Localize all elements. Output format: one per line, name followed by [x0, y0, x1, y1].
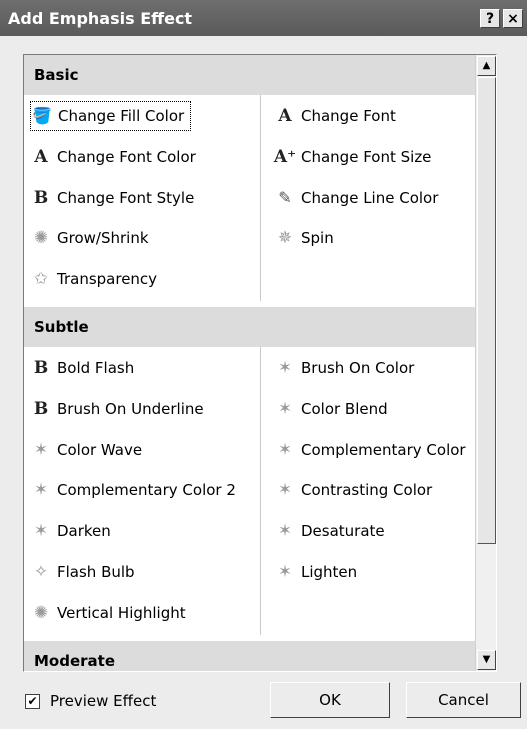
add-emphasis-effect-dialog: Add Emphasis Effect ? × Basic 🪣 Change Fil… — [0, 0, 527, 729]
vertical-scrollbar[interactable]: ▲ ▼ — [475, 55, 496, 671]
preview-effect-checkbox[interactable]: ✔ Preview Effect — [25, 690, 156, 712]
effect-label: Color Wave — [57, 440, 143, 459]
bold-b-icon: B — [33, 187, 49, 208]
group-header-subtle: Subtle — [24, 307, 475, 347]
star-grow-icon: ✺ — [33, 602, 49, 623]
column-divider — [260, 347, 261, 635]
font-color-icon: A — [34, 146, 48, 167]
sparkle-star-icon: ✶ — [277, 480, 293, 501]
effect-label: Brush On Underline — [57, 399, 204, 418]
effect-label: Contrasting Color — [301, 481, 433, 500]
flash-bulb-icon: ✧ — [33, 562, 49, 582]
effect-label: Brush On Color — [301, 359, 415, 377]
effect-item[interactable]: A⁺ Change Font Size — [273, 142, 432, 172]
effect-label: Spin — [301, 229, 334, 248]
sparkle-star-icon: ✶ — [33, 480, 49, 501]
effects-list-content: Basic 🪣 Change Fill Color A Change Font Colo… — [24, 55, 475, 671]
effect-item[interactable]: ✩ Transparency — [30, 264, 157, 294]
ok-button[interactable]: OK — [270, 682, 390, 718]
effect-item[interactable]: B Bold Flash — [30, 353, 134, 383]
effect-item[interactable]: ✶ Color Wave — [30, 435, 142, 465]
effect-label: Flash Bulb — [57, 563, 135, 581]
effect-item[interactable]: 🪣 Change Fill Color — [30, 101, 192, 131]
preview-effect-label: Preview Effect — [50, 692, 157, 710]
effect-label: Change Line Color — [301, 188, 439, 207]
effect-item[interactable]: ✎ Change Line Color — [274, 183, 438, 213]
sparkle-star-icon: ✶ — [277, 562, 293, 582]
sparkle-star-icon: ✶ — [33, 521, 49, 542]
effect-item[interactable]: ✶ Lighten — [274, 557, 357, 587]
effect-label: Vertical Highlight — [57, 603, 186, 622]
bold-b-icon: B — [33, 358, 49, 378]
effect-item[interactable]: ✺ Vertical Highlight — [30, 598, 186, 628]
star-transparency-icon: ✩ — [33, 269, 49, 290]
effect-item[interactable]: ✵ Spin — [274, 223, 334, 253]
effect-item[interactable]: ✶ Brush On Color — [274, 353, 414, 383]
effect-label: Desaturate — [301, 522, 385, 541]
group-header-basic: Basic — [24, 55, 475, 95]
effect-label: Bold Flash — [57, 359, 135, 377]
effect-item[interactable]: A Change Font Color — [30, 142, 196, 172]
scroll-up-button[interactable]: ▲ — [477, 56, 496, 76]
effect-label: Complementary Color 2 — [57, 481, 236, 500]
effect-label: Darken — [57, 522, 111, 541]
sparkle-star-icon: ✶ — [277, 521, 293, 542]
paint-bucket-icon: 🪣 — [32, 106, 52, 125]
effect-item[interactable]: B Change Font Style — [30, 183, 195, 213]
effect-label: Change Font Color — [57, 147, 196, 166]
sparkle-star-icon: ✶ — [277, 358, 293, 378]
effect-item[interactable]: ✶ Contrasting Color — [274, 475, 432, 505]
bold-b-icon: B — [33, 398, 49, 419]
title-bar: Add Emphasis Effect ? × — [0, 0, 527, 36]
effect-label: Change Font Size — [301, 147, 432, 166]
dialog-title: Add Emphasis Effect — [8, 9, 193, 28]
effect-item[interactable]: ✶ Color Blend — [274, 394, 388, 424]
effect-label: Transparency — [57, 270, 158, 289]
effect-label: Color Blend — [301, 399, 388, 418]
effect-label: Grow/Shrink — [57, 229, 149, 248]
effect-item[interactable]: ✶ Complementary Color — [274, 435, 466, 465]
pen-line-icon: ✎ — [278, 187, 292, 207]
cancel-button[interactable]: Cancel — [406, 682, 521, 718]
effects-list[interactable]: Basic 🪣 Change Fill Color A Change Font Colo… — [23, 54, 497, 672]
effect-item[interactable]: B Brush On Underline — [30, 394, 204, 424]
close-button[interactable]: × — [503, 9, 523, 28]
star-grow-icon: ✺ — [33, 228, 49, 249]
scrollbar-thumb[interactable] — [477, 77, 496, 544]
effect-label: Lighten — [301, 563, 358, 581]
sparkle-star-icon: ✶ — [33, 439, 49, 460]
checkmark-icon: ✔ — [27, 693, 38, 708]
effect-label: Complementary Color — [301, 440, 466, 459]
effect-item[interactable]: ✶ Complementary Color 2 — [30, 475, 236, 505]
help-button[interactable]: ? — [480, 9, 500, 28]
effect-label: Change Font Style — [57, 188, 195, 207]
effect-item[interactable]: ✧ Flash Bulb — [30, 557, 135, 587]
effect-item[interactable]: ✶ Desaturate — [274, 516, 385, 546]
effect-label: Change Font — [301, 107, 396, 125]
sparkle-star-icon: ✶ — [277, 439, 293, 460]
effect-item[interactable]: A Change Font — [274, 101, 396, 131]
font-a-icon: A — [278, 106, 292, 126]
effect-item[interactable]: ✺ Grow/Shrink — [30, 223, 149, 253]
group-header-moderate: Moderate — [24, 640, 475, 671]
checkbox-box[interactable]: ✔ — [25, 693, 40, 709]
effect-label: Change Fill Color — [58, 107, 185, 125]
sparkle-star-icon: ✶ — [277, 398, 293, 419]
spin-star-icon: ✵ — [277, 228, 293, 249]
effect-item[interactable]: ✶ Darken — [30, 516, 111, 546]
scroll-down-button[interactable]: ▼ — [477, 650, 496, 670]
column-divider — [260, 95, 261, 301]
font-size-icon: A⁺ — [273, 146, 297, 167]
